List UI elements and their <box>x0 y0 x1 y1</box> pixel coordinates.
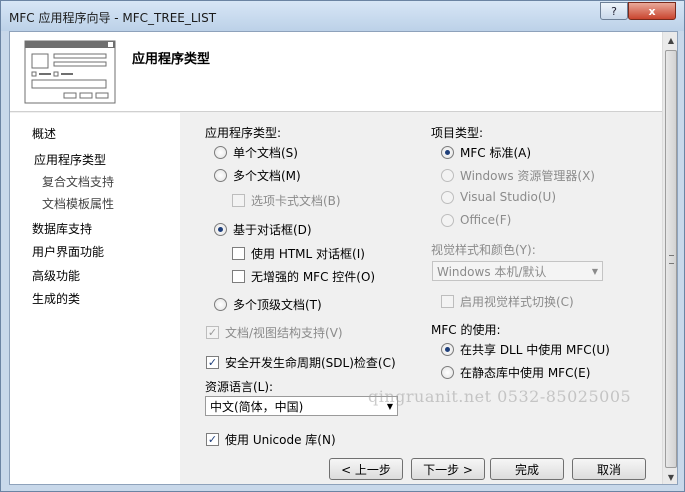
sidebar-item-generated-classes[interactable]: 生成的类 <box>32 290 80 307</box>
resource-language-value: 中文(简体，中国) <box>210 399 304 414</box>
sidebar-item-database-support[interactable]: 数据库支持 <box>32 220 92 237</box>
checkbox-box <box>232 270 245 283</box>
finish-button[interactable]: 完成 <box>490 458 564 480</box>
dialog-based-label: 基于对话框(D) <box>233 223 312 237</box>
windows-explorer-label: Windows 资源管理器(X) <box>460 169 595 183</box>
multiple-documents-radio[interactable]: 多个文档(M) <box>214 167 301 184</box>
app-type-label: 应用程序类型: <box>205 126 282 140</box>
mfc-use-label: MFC 的使用: <box>431 323 501 337</box>
visual-studio-label: Visual Studio(U) <box>460 190 557 204</box>
scrollbar-thumb[interactable] <box>665 50 677 468</box>
radio-circle <box>441 190 454 204</box>
radio-circle <box>214 146 227 159</box>
doc-view-support-checkbox[interactable]: ✓ 文档/视图结构支持(V) <box>206 324 343 341</box>
checkbox-box <box>441 295 454 308</box>
mfc-standard-radio[interactable]: MFC 标准(A) <box>441 144 531 161</box>
multiple-documents-label: 多个文档(M) <box>233 169 301 183</box>
static-lib-radio[interactable]: 在静态库中使用 MFC(E) <box>441 364 590 381</box>
multiple-top-level-label: 多个顶级文档(T) <box>233 298 322 312</box>
radio-circle <box>441 366 454 379</box>
check-icon: ✓ <box>206 326 219 339</box>
mfc-standard-label: MFC 标准(A) <box>460 146 532 160</box>
tabbed-documents-label: 选项卡式文档(B) <box>251 194 341 208</box>
enable-style-switch-label: 启用视觉样式切换(C) <box>460 295 574 309</box>
wizard-page-icon <box>24 40 116 104</box>
sidebar-item-ui-features[interactable]: 用户界面功能 <box>32 243 104 260</box>
vertical-scrollbar[interactable]: ▲ ▼ <box>662 32 677 484</box>
visual-style-label: 视觉样式和颜色(Y): <box>431 243 536 257</box>
scroll-down-icon[interactable]: ▼ <box>663 469 677 484</box>
no-enhanced-mfc-label: 无增强的 MFC 控件(O) <box>251 270 376 284</box>
office-radio[interactable]: Office(F) <box>441 213 511 227</box>
shared-dll-radio[interactable]: 在共享 DLL 中使用 MFC(U) <box>441 341 610 358</box>
radio-circle <box>214 169 227 182</box>
wizard-sidebar: 概述 应用程序类型 复合文档支持 文档模板属性 数据库支持 用户界面功能 高级功… <box>10 113 180 484</box>
use-html-dialog-label: 使用 HTML 对话框(I) <box>251 247 365 261</box>
radio-circle <box>441 146 454 159</box>
windows-explorer-radio[interactable]: Windows 资源管理器(X) <box>441 167 595 184</box>
tabbed-documents-checkbox[interactable]: 选项卡式文档(B) <box>232 192 341 209</box>
single-document-radio[interactable]: 单个文档(S) <box>214 144 298 161</box>
title-bar[interactable]: MFC 应用程序向导 - MFC_TREE_LIST ? x <box>1 1 684 31</box>
next-button[interactable]: 下一步 > <box>411 458 485 480</box>
checkbox-box <box>232 247 245 260</box>
wizard-header: 应用程序类型 <box>10 32 662 112</box>
use-unicode-checkbox[interactable]: ✓ 使用 Unicode 库(N) <box>206 431 336 448</box>
single-document-label: 单个文档(S) <box>233 146 298 160</box>
sidebar-item-compound-document[interactable]: 复合文档支持 <box>42 173 114 190</box>
help-icon: ? <box>611 4 617 18</box>
radio-circle <box>441 169 454 182</box>
wizard-window: MFC 应用程序向导 - MFC_TREE_LIST ? x 应用程序类型 概述… <box>0 0 685 492</box>
sidebar-item-document-template[interactable]: 文档模板属性 <box>42 195 114 212</box>
radio-circle <box>441 343 454 356</box>
doc-view-support-label: 文档/视图结构支持(V) <box>225 326 343 340</box>
visual-style-value: Windows 本机/默认 <box>437 264 547 279</box>
use-unicode-label: 使用 Unicode 库(N) <box>225 433 336 447</box>
visual-style-select[interactable]: Windows 本机/默认 ▼ <box>432 261 603 281</box>
window-title: MFC 应用程序向导 - MFC_TREE_LIST <box>9 11 217 25</box>
close-button[interactable]: x <box>628 2 676 20</box>
help-button[interactable]: ? <box>600 2 628 20</box>
no-enhanced-mfc-checkbox[interactable]: 无增强的 MFC 控件(O) <box>232 268 375 285</box>
sdl-check-label: 安全开发生命周期(SDL)检查(C) <box>225 356 396 370</box>
dialog-based-radio[interactable]: 基于对话框(D) <box>214 221 312 238</box>
chevron-down-icon: ▼ <box>591 267 598 276</box>
cancel-button[interactable]: 取消 <box>572 458 646 480</box>
close-icon: x <box>648 4 656 18</box>
radio-circle <box>214 298 227 311</box>
enable-style-switch-checkbox[interactable]: 启用视觉样式切换(C) <box>441 293 574 310</box>
check-icon: ✓ <box>206 356 219 369</box>
previous-button[interactable]: < 上一步 <box>329 458 403 480</box>
radio-circle <box>214 223 227 236</box>
shared-dll-label: 在共享 DLL 中使用 MFC(U) <box>460 343 610 357</box>
visual-studio-radio[interactable]: Visual Studio(U) <box>441 190 556 204</box>
page-title: 应用程序类型 <box>132 52 211 67</box>
use-html-dialog-checkbox[interactable]: 使用 HTML 对话框(I) <box>232 245 365 262</box>
checkbox-box <box>232 194 245 207</box>
sidebar-item-advanced-features[interactable]: 高级功能 <box>32 267 80 284</box>
radio-circle <box>441 213 454 227</box>
office-label: Office(F) <box>460 213 512 227</box>
project-type-label: 项目类型: <box>431 126 484 140</box>
sidebar-item-application-type[interactable]: 应用程序类型 <box>34 151 106 168</box>
sidebar-item-overview[interactable]: 概述 <box>32 125 56 142</box>
wizard-client: 应用程序类型 概述 应用程序类型 复合文档支持 文档模板属性 数据库支持 用户界… <box>9 31 678 485</box>
watermark-text: qingruanit.net 0532-85025005 <box>368 387 632 406</box>
sdl-check-checkbox[interactable]: ✓ 安全开发生命周期(SDL)检查(C) <box>206 354 396 371</box>
check-icon: ✓ <box>206 433 219 446</box>
scroll-up-icon[interactable]: ▲ <box>663 32 677 49</box>
resource-language-label: 资源语言(L): <box>205 380 274 394</box>
static-lib-label: 在静态库中使用 MFC(E) <box>460 366 591 380</box>
multiple-top-level-radio[interactable]: 多个顶级文档(T) <box>214 296 322 313</box>
